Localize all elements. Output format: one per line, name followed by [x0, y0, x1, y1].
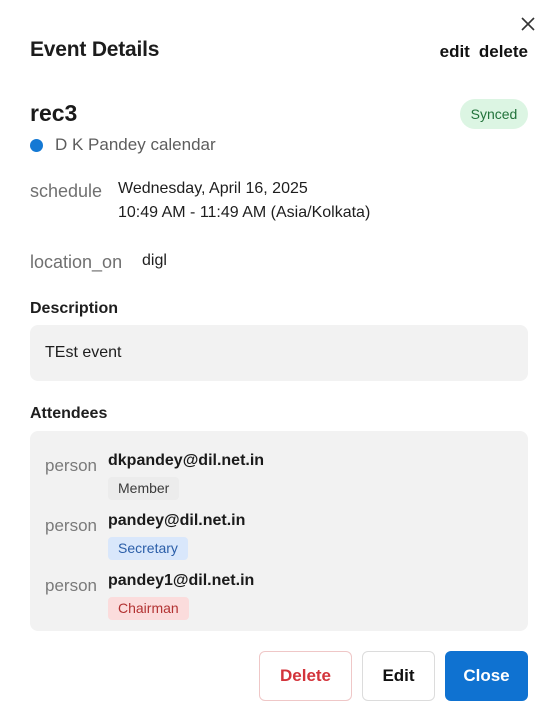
location-icon: location_on	[30, 252, 123, 272]
calendar-row: D K Pandey calendar	[30, 135, 216, 155]
close-icon[interactable]	[518, 14, 538, 34]
edit-link[interactable]: edit	[440, 42, 470, 62]
event-schedule: Wednesday, April 16, 2025 10:49 AM - 11:…	[118, 177, 370, 225]
attendee-email: dkpandey@dil.net.in	[108, 452, 265, 469]
delete-button[interactable]: Delete	[259, 651, 352, 701]
description-text: TEst event	[45, 344, 122, 361]
attendee-email: pandey@dil.net.in	[108, 512, 246, 529]
event-title: rec3	[30, 100, 78, 126]
close-x-glyph	[521, 17, 535, 31]
calendar-name: D K Pandey calendar	[55, 135, 216, 154]
close-button[interactable]: Close	[445, 651, 528, 701]
attendee-role-badge: Chairman	[108, 597, 189, 620]
event-details-dialog: Event Details edit delete rec3 Synced D …	[0, 0, 552, 726]
status-badge: Synced	[460, 99, 528, 129]
edit-button[interactable]: Edit	[362, 651, 435, 701]
person-icon: person	[45, 456, 97, 475]
delete-link[interactable]: delete	[479, 42, 528, 62]
person-icon: person	[45, 576, 97, 595]
attendee-role-badge: Member	[108, 477, 180, 500]
attendee-email: pandey1@dil.net.in	[108, 572, 255, 589]
dialog-title: Event Details	[30, 38, 160, 61]
schedule-icon: schedule	[30, 181, 103, 201]
event-location: digl	[142, 252, 167, 269]
event-date: Wednesday, April 16, 2025	[118, 180, 308, 197]
attendee-role-badge: Secretary	[108, 537, 188, 560]
calendar-color-dot	[30, 138, 43, 152]
attendees-list: person dkpandey@dil.net.in Member person…	[30, 431, 528, 631]
attendees-heading: Attendees	[30, 405, 108, 422]
person-icon: person	[45, 516, 97, 535]
header-actions: edit delete	[440, 42, 528, 62]
description-box: TEst event	[30, 325, 528, 381]
description-heading: Description	[30, 300, 119, 317]
event-time: 10:49 AM - 11:49 AM (Asia/Kolkata)	[118, 204, 371, 221]
